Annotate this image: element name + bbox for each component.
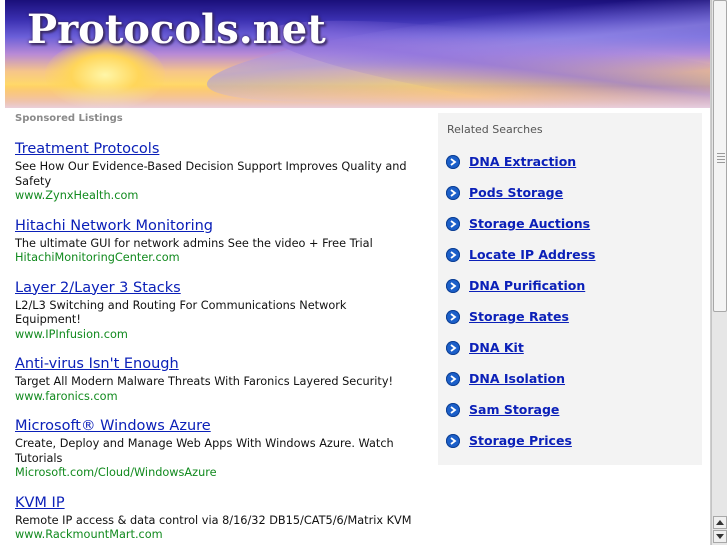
arrow-right-circle-icon[interactable] [446,217,460,231]
related-search-item: Sam Storage [446,402,595,433]
scrollbar-grip-icon [717,153,725,165]
listing-description: L2/L3 Switching and Routing For Communic… [15,298,347,327]
arrow-right-circle-icon[interactable] [446,310,460,324]
related-search-item: DNA Isolation [446,371,595,402]
listing-title-link[interactable]: KVM IP [15,494,415,512]
related-search-item: Storage Auctions [446,216,595,247]
related-search-link[interactable]: Sam Storage [469,402,559,418]
sponsored-label: Sponsored Listings [15,113,123,124]
chevron-down-icon [716,534,724,539]
arrow-right-circle-icon[interactable] [446,403,460,417]
listing-item: Anti-virus Isn't Enough Target All Moder… [15,355,415,404]
listing-url[interactable]: HitachiMonitoringCenter.com [15,251,415,266]
related-searches-list: DNA Extraction Pods Storage Storage Auct… [446,154,595,464]
listing-title-link[interactable]: Treatment Protocols [15,140,415,158]
arrow-right-circle-icon[interactable] [446,279,460,293]
listing-title-link[interactable]: Anti-virus Isn't Enough [15,355,415,373]
arrow-right-circle-icon[interactable] [446,248,460,262]
site-title[interactable]: Protocols.net [27,6,326,53]
scroll-down-button[interactable] [713,530,727,543]
related-search-link[interactable]: Storage Prices [469,433,572,449]
listing-description: Remote IP access & data control via 8/16… [15,513,412,527]
listing-url[interactable]: www.faronics.com [15,390,415,405]
listing-item: Hitachi Network Monitoring The ultimate … [15,217,415,266]
arrow-right-circle-icon[interactable] [446,155,460,169]
related-search-item: DNA Purification [446,278,595,309]
listing-url[interactable]: www.RackmountMart.com [15,528,415,543]
listing-url[interactable]: www.ZynxHealth.com [15,189,415,204]
related-search-link[interactable]: DNA Isolation [469,371,565,387]
listing-item: Treatment Protocols See How Our Evidence… [15,140,415,204]
related-searches-title: Related Searches [447,123,543,136]
related-search-item: Storage Rates [446,309,595,340]
arrow-right-circle-icon[interactable] [446,341,460,355]
listing-item: Layer 2/Layer 3 Stacks L2/L3 Switching a… [15,279,415,343]
related-search-link[interactable]: Storage Rates [469,309,569,325]
listing-title-link[interactable]: Microsoft® Windows Azure [15,417,415,435]
scroll-up-button[interactable] [713,516,727,529]
listing-description: See How Our Evidence-Based Decision Supp… [15,160,407,188]
related-search-item: Storage Prices [446,433,595,464]
related-search-item: DNA Kit [446,340,595,371]
arrow-right-circle-icon[interactable] [446,372,460,386]
arrow-right-circle-icon[interactable] [446,434,460,448]
page: Protocols.net Sponsored Listings Treatme… [0,0,711,545]
related-search-item: Locate IP Address [446,247,595,278]
sponsored-listings: Sponsored Listings Treatment Protocols S… [15,113,415,543]
listing-description: The ultimate GUI for network admins See … [15,236,373,250]
listing-url[interactable]: Microsoft.com/Cloud/WindowsAzure [15,466,415,481]
related-search-link[interactable]: Locate IP Address [469,247,595,263]
listing-description: Create, Deploy and Manage Web Apps With … [15,437,394,465]
arrow-right-circle-icon[interactable] [446,186,460,200]
listing-description: Target All Modern Malware Threats With F… [15,375,394,388]
listing-item: Microsoft® Windows Azure Create, Deploy … [15,417,415,481]
related-search-link[interactable]: DNA Kit [469,340,524,356]
listing-title-link[interactable]: Layer 2/Layer 3 Stacks [15,279,415,297]
related-search-item: Pods Storage [446,185,595,216]
listing-title-link[interactable]: Hitachi Network Monitoring [15,217,415,235]
related-search-link[interactable]: Pods Storage [469,185,563,201]
vertical-scrollbar[interactable] [711,0,727,545]
listing-item: KVM IP Remote IP access & data control v… [15,494,415,543]
related-search-item: DNA Extraction [446,154,595,185]
related-search-link[interactable]: DNA Purification [469,278,585,294]
related-searches-panel: Related Searches DNA Extraction Pods Sto… [438,113,702,465]
header-banner: Protocols.net [5,0,710,108]
scrollbar-thumb[interactable] [713,0,727,312]
related-search-link[interactable]: Storage Auctions [469,216,590,232]
banner-fade [5,86,710,108]
chevron-up-icon [716,520,724,525]
listing-url[interactable]: www.IPInfusion.com [15,328,415,343]
related-search-link[interactable]: DNA Extraction [469,154,576,170]
